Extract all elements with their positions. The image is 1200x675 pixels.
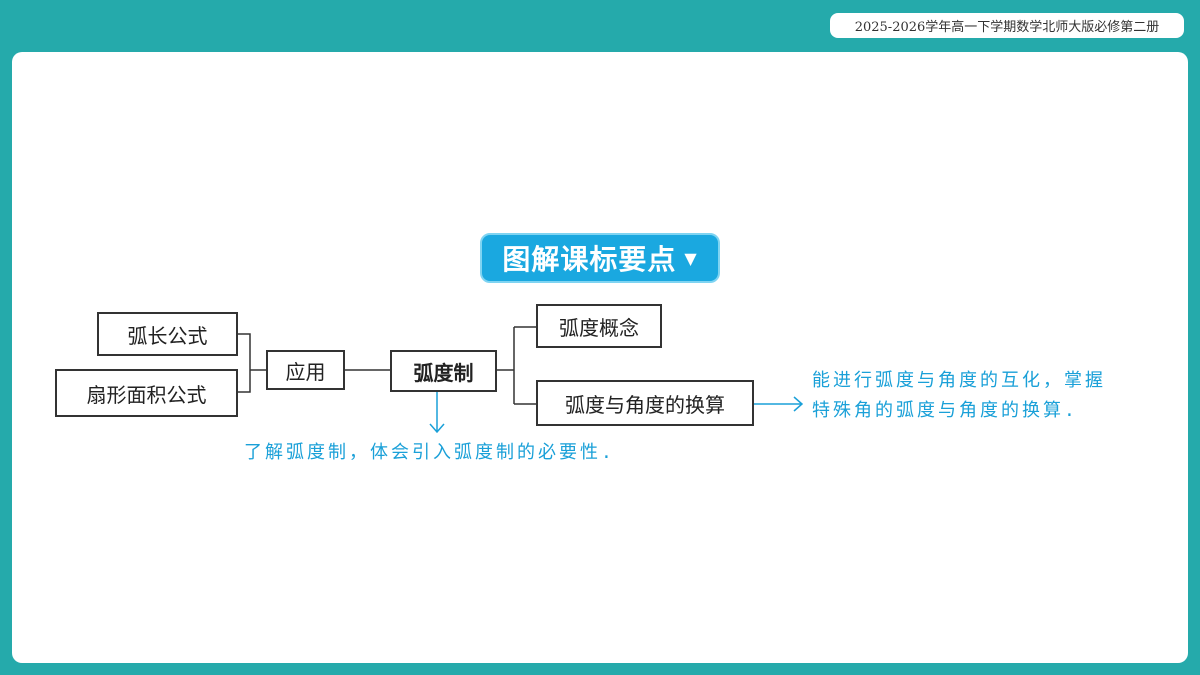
note-conversion-requirement-line2: 特殊角的弧度与角度的换算. (812, 400, 1078, 421)
connector-right-bracket (496, 326, 536, 405)
note-conversion-requirement-line1: 能进行弧度与角度的互化，掌握 (812, 370, 1106, 391)
note-radian-requirement: 了解弧度制，体会引入弧度制的必要性. (244, 442, 615, 463)
node-sector-area-formula: 扇形面积公式 (55, 369, 238, 417)
connector-left-bracket (237, 333, 266, 393)
node-application: 应用 (266, 350, 345, 390)
node-radian-system: 弧度制 (390, 350, 497, 392)
arrow-right-icon (754, 396, 804, 412)
node-arc-length-formula: 弧长公式 (97, 312, 238, 356)
node-radian-degree-conversion: 弧度与角度的换算 (536, 380, 754, 426)
arrow-down-icon (429, 392, 445, 434)
node-radian-concept: 弧度概念 (536, 304, 662, 348)
